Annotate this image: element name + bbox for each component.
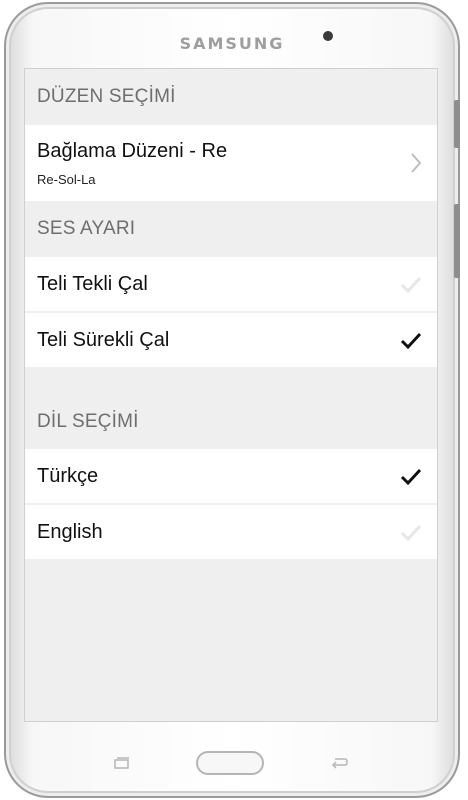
language-option-english-label: English [37, 520, 103, 543]
tuning-sublabel: Re-Sol-La [37, 171, 96, 187]
side-button-upper [454, 100, 460, 148]
check-icon [400, 468, 422, 486]
sound-option-single-label: Teli Tekli Çal [37, 272, 148, 295]
chevron-right-icon [411, 153, 422, 173]
home-button[interactable] [196, 751, 264, 775]
settings-screen: DÜZEN SEÇİMİ Bağlama Düzeni - Re Re-Sol-… [24, 68, 438, 722]
front-camera [323, 31, 333, 41]
sound-option-continuous-label: Teli Sürekli Çal [37, 328, 170, 351]
tuning-selector[interactable]: Bağlama Düzeni - Re Re-Sol-La [25, 125, 437, 201]
language-option-turkish[interactable]: Türkçe [25, 449, 437, 503]
recent-apps-icon[interactable] [114, 757, 130, 769]
language-option-english[interactable]: English [25, 503, 437, 559]
check-icon [400, 524, 422, 542]
check-icon [400, 332, 422, 350]
check-icon [400, 276, 422, 294]
language-option-turkish-label: Türkçe [37, 464, 99, 487]
side-button-lower [454, 204, 460, 278]
sound-option-single[interactable]: Teli Tekli Çal [25, 257, 437, 311]
section-title-language: DİL SEÇİMİ [37, 411, 139, 432]
section-title-tuning: DÜZEN SEÇİMİ [37, 86, 176, 107]
tuning-label: Bağlama Düzeni - Re [37, 139, 228, 162]
brand-logo: SAMSUNG [179, 34, 285, 53]
back-icon[interactable] [330, 755, 348, 769]
sound-option-continuous[interactable]: Teli Sürekli Çal [25, 311, 437, 367]
section-title-sound: SES AYARI [37, 218, 136, 239]
